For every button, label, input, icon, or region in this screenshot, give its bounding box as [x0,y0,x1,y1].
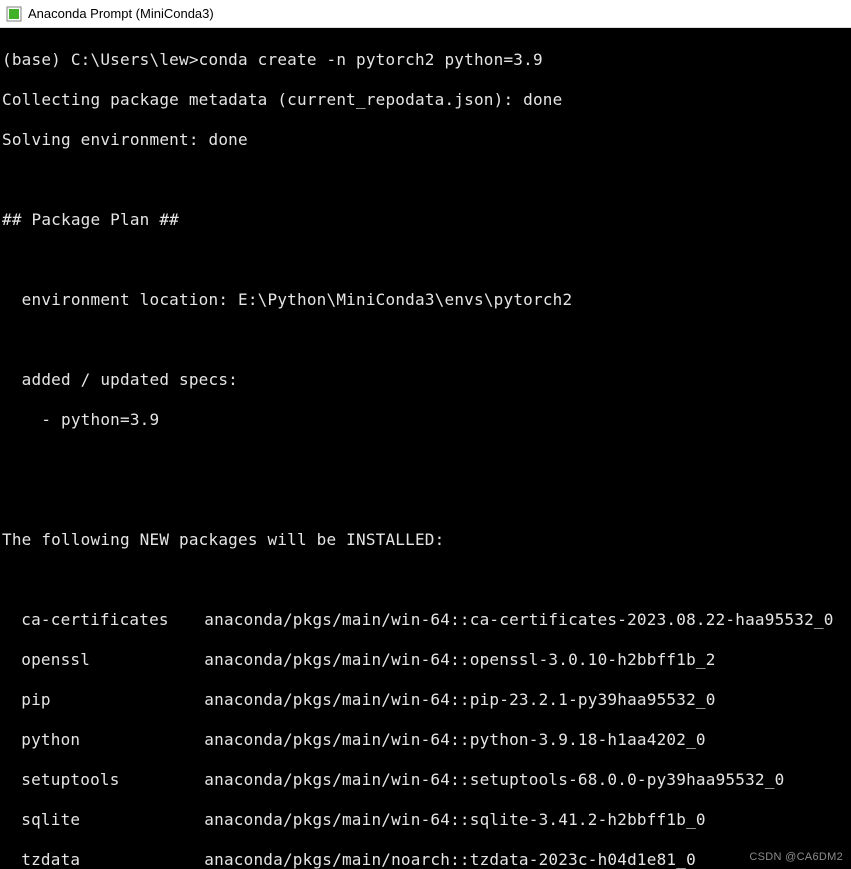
package-name: setuptools [2,770,204,790]
package-spec: anaconda/pkgs/main/win-64::sqlite-3.41.2… [204,810,705,830]
app-icon [6,6,22,22]
package-row: ca-certificatesanaconda/pkgs/main/win-64… [2,610,851,630]
collecting-line: Collecting package metadata (current_rep… [2,90,851,110]
package-row: opensslanaconda/pkgs/main/win-64::openss… [2,650,851,670]
blank-line [2,250,851,270]
blank-line [2,170,851,190]
package-spec: anaconda/pkgs/main/noarch::tzdata-2023c-… [204,850,696,869]
package-name: ca-certificates [2,610,204,630]
env-location-line: environment location: E:\Python\MiniCond… [2,290,851,310]
terminal-output[interactable]: (base) C:\Users\lew>conda create -n pyto… [0,28,851,869]
blank-line [2,450,851,470]
package-row: setuptoolsanaconda/pkgs/main/win-64::set… [2,770,851,790]
blank-line [2,490,851,510]
package-name: python [2,730,204,750]
plan-header: ## Package Plan ## [2,210,851,230]
package-name: openssl [2,650,204,670]
env-loc-label: environment location: [2,290,238,309]
package-row: pipanaconda/pkgs/main/win-64::pip-23.2.1… [2,690,851,710]
package-row: tzdataanaconda/pkgs/main/noarch::tzdata-… [2,850,851,869]
package-row: sqliteanaconda/pkgs/main/win-64::sqlite-… [2,810,851,830]
shell-prompt: (base) C:\Users\lew> [2,50,199,69]
window-title: Anaconda Prompt (MiniConda3) [28,6,214,21]
package-spec: anaconda/pkgs/main/win-64::openssl-3.0.1… [204,650,715,670]
added-specs-label: added / updated specs: [2,370,851,390]
package-spec: anaconda/pkgs/main/win-64::pip-23.2.1-py… [204,690,715,710]
new-packages-header: The following NEW packages will be INSTA… [2,530,851,550]
package-row: pythonanaconda/pkgs/main/win-64::python-… [2,730,851,750]
titlebar[interactable]: Anaconda Prompt (MiniConda3) [0,0,851,28]
watermark: CSDN @CA6DM2 [749,851,843,863]
window-frame: Anaconda Prompt (MiniConda3) (base) C:\U… [0,0,851,869]
blank-line [2,570,851,590]
prompt-line: (base) C:\Users\lew>conda create -n pyto… [2,50,851,70]
solving-line: Solving environment: done [2,130,851,150]
blank-line [2,330,851,350]
package-spec: anaconda/pkgs/main/win-64::ca-certificat… [204,610,833,630]
package-spec: anaconda/pkgs/main/win-64::setuptools-68… [204,770,784,790]
env-loc-path: E:\Python\MiniConda3\envs\pytorch2 [238,290,572,309]
package-spec: anaconda/pkgs/main/win-64::python-3.9.18… [204,730,705,750]
package-name: tzdata [2,850,204,869]
command-text: conda create -n pytorch2 python=3.9 [199,50,543,69]
added-spec-item: - python=3.9 [2,410,851,430]
package-name: pip [2,690,204,710]
package-name: sqlite [2,810,204,830]
